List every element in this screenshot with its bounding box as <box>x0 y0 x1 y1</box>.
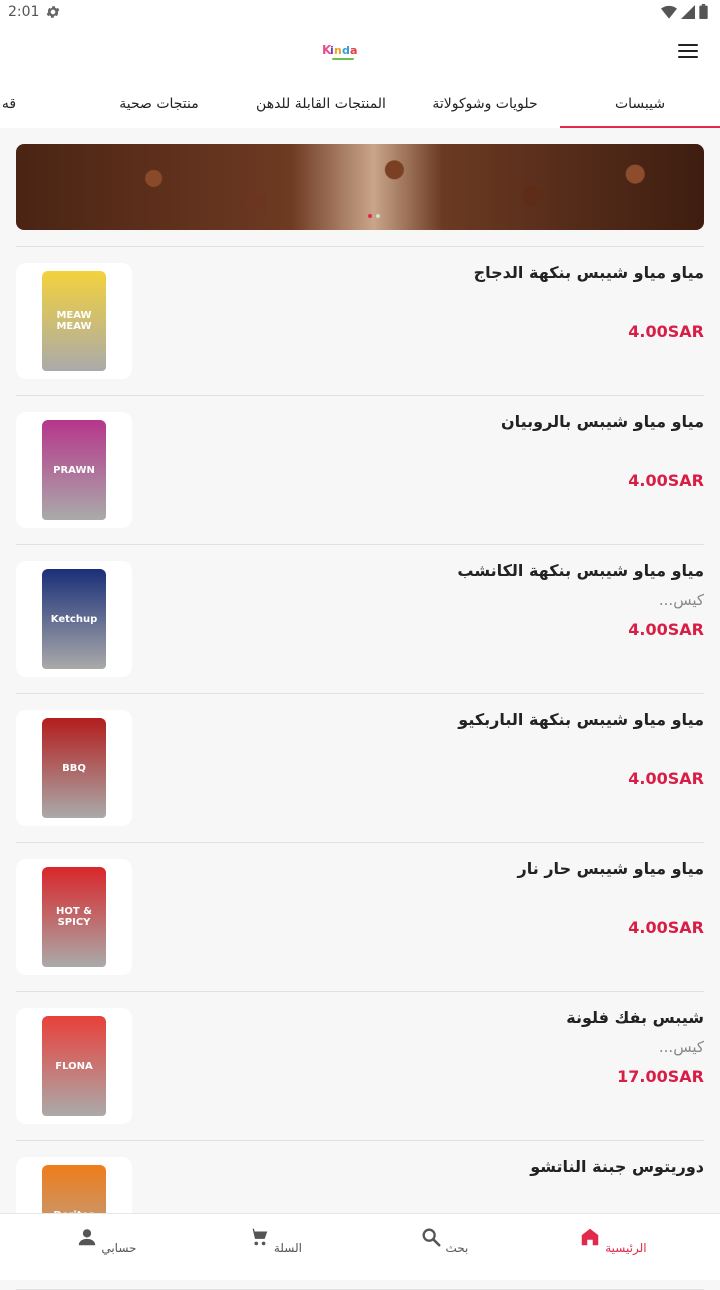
nav-search[interactable]: بحث <box>394 1222 494 1255</box>
product-price: 4.00SAR <box>628 769 704 788</box>
nav-account-label: حسابي <box>101 1241 136 1255</box>
product-card[interactable]: BBQ مياو مياو شيبس بنكهة الباربكيو 4.00S… <box>16 694 704 843</box>
svg-text:a: a <box>350 44 357 57</box>
tab-coffee[interactable]: قه <box>0 78 24 128</box>
status-time: 2:01 <box>8 4 39 20</box>
product-bag-illustration: HOT & SPICY <box>42 867 106 967</box>
product-description: كيس... <box>659 1038 704 1056</box>
product-name: شيبس بفك فلونة <box>566 1008 704 1027</box>
product-image: PRAWN <box>16 412 132 528</box>
tab-sweets-chocolate[interactable]: حلويات وشوكولاتة <box>410 78 560 128</box>
nav-home[interactable]: الرئيسية <box>563 1222 663 1255</box>
category-tabs: شيبسات حلويات وشوكولاتة المنتجات القابلة… <box>0 78 720 128</box>
tab-spreads[interactable]: المنتجات القابلة للدهن <box>236 78 406 128</box>
nav-account[interactable]: حسابي <box>56 1222 156 1255</box>
product-card[interactable]: HOT & SPICY مياو مياو شيبس حار نار 4.00S… <box>16 843 704 992</box>
product-price: 4.00SAR <box>628 918 704 937</box>
product-card[interactable]: PRAWN مياو مياو شيبس بالروبيان 4.00SAR <box>16 396 704 545</box>
nav-search-label: بحث <box>445 1241 468 1255</box>
tab-healthy-products[interactable]: منتجات صحية <box>104 78 214 128</box>
product-name: مياو مياو شيبس بنكهة الباربكيو <box>458 710 704 729</box>
product-bag-illustration: BBQ <box>42 718 106 818</box>
product-name: دوريتوس جبنة الناتشو <box>530 1157 704 1176</box>
cart-icon <box>248 1226 270 1248</box>
product-bag-illustration: PRAWN <box>42 420 106 520</box>
signal-icon <box>681 5 695 19</box>
product-price: 4.00SAR <box>628 322 704 341</box>
product-price: 4.00SAR <box>628 471 704 490</box>
product-bag-illustration: Ketchup <box>42 569 106 669</box>
product-bag-illustration: FLONA <box>42 1016 106 1116</box>
app-bar: K i n d a <box>0 26 720 78</box>
product-name: مياو مياو شيبس بالروبيان <box>501 412 704 431</box>
brand-logo[interactable]: K i n d a <box>318 38 362 64</box>
status-bar: 2:01 <box>0 0 720 26</box>
gear-icon <box>45 4 61 20</box>
product-bag-illustration: MEAW MEAW <box>42 271 106 371</box>
product-image: MEAW MEAW <box>16 263 132 379</box>
person-icon <box>76 1226 98 1248</box>
product-list: MEAW MEAW مياو مياو شيبس بنكهة الدجاج 4.… <box>0 247 720 1290</box>
carousel-indicator <box>368 214 380 218</box>
product-name: مياو مياو شيبس بنكهة الدجاج <box>474 263 704 282</box>
home-icon <box>579 1226 601 1248</box>
nav-home-label: الرئيسية <box>605 1241 646 1255</box>
product-description: كيس... <box>659 591 704 609</box>
product-image: Ketchup <box>16 561 132 677</box>
svg-text:d: d <box>342 44 350 57</box>
product-image: HOT & SPICY <box>16 859 132 975</box>
product-price: 17.00SAR <box>617 1067 704 1086</box>
svg-text:n: n <box>334 44 342 57</box>
product-image: FLONA <box>16 1008 132 1124</box>
tab-chips[interactable]: شيبسات <box>560 78 720 128</box>
nav-cart[interactable]: السلة <box>225 1222 325 1255</box>
menu-icon[interactable] <box>678 44 698 60</box>
search-icon <box>420 1226 442 1248</box>
product-image: BBQ <box>16 710 132 826</box>
product-card[interactable]: Ketchup مياو مياو شيبس بنكهة الكانشب كيس… <box>16 545 704 694</box>
bottom-navigation: الرئيسية بحث السلة حسابي <box>0 1213 720 1280</box>
wifi-icon <box>661 5 677 19</box>
nav-cart-label: السلة <box>274 1241 302 1255</box>
product-price: 4.00SAR <box>628 620 704 639</box>
battery-icon <box>699 4 708 19</box>
product-card[interactable]: MEAW MEAW مياو مياو شيبس بنكهة الدجاج 4.… <box>16 247 704 396</box>
product-name: مياو مياو شيبس بنكهة الكانشب <box>457 561 704 580</box>
product-card[interactable]: FLONA شيبس بفك فلونة كيس... 17.00SAR <box>16 992 704 1141</box>
product-name: مياو مياو شيبس حار نار <box>518 859 704 878</box>
promo-banner[interactable] <box>16 144 704 230</box>
